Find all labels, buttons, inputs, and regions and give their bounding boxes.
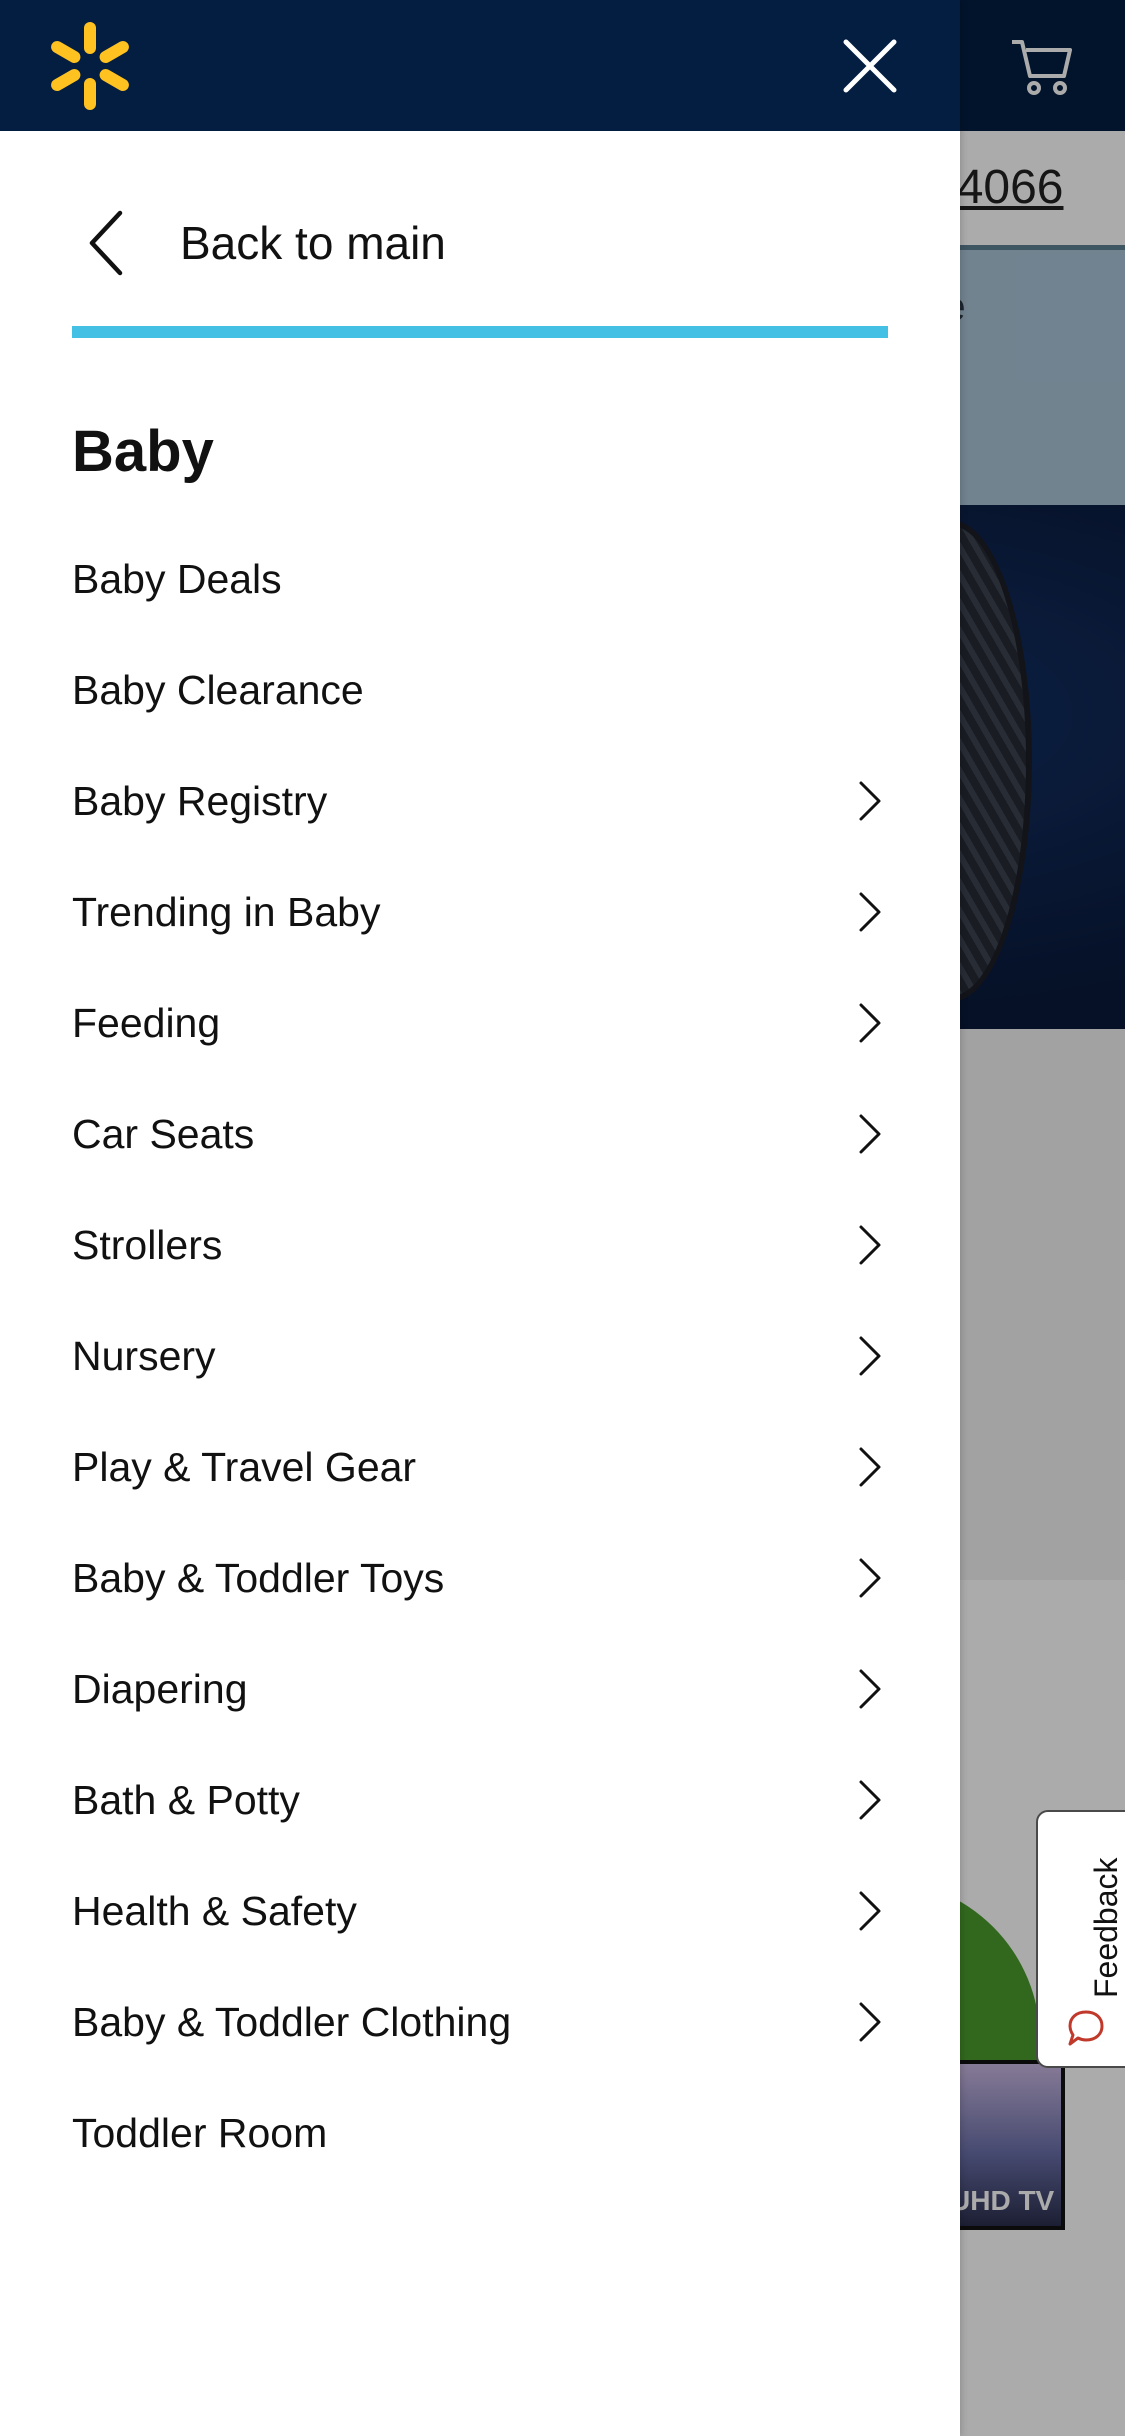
menu-item[interactable]: Feeding xyxy=(0,968,960,1079)
menu-item-label: Play & Travel Gear xyxy=(72,1444,417,1490)
chevron-right-icon xyxy=(859,1669,881,1709)
menu-item-label: Baby & Toddler Toys xyxy=(72,1555,445,1601)
menu-item-label: Health & Safety xyxy=(72,1888,357,1934)
page: 94066 re e UHD TV Feedback xyxy=(0,0,1125,2436)
chat-bubble-icon xyxy=(1066,2008,1106,2048)
menu-item[interactable]: Baby Deals xyxy=(0,524,960,635)
chevron-right-icon xyxy=(859,892,881,932)
menu-item[interactable]: Baby & Toddler Toys xyxy=(0,1523,960,1634)
menu-item-label: Strollers xyxy=(72,1222,223,1268)
menu-item-label: Feeding xyxy=(72,1000,221,1046)
menu-item-label: Car Seats xyxy=(72,1111,255,1157)
menu-item-label: Baby & Toddler Clothing xyxy=(72,1999,512,2045)
menu-item-label: Baby Clearance xyxy=(72,667,364,713)
menu-item[interactable]: Car Seats xyxy=(0,1079,960,1190)
category-menu: Baby Deals Baby Clearance Baby Registry Tre… xyxy=(0,524,960,2189)
menu-item-label: Baby Deals xyxy=(72,556,282,602)
menu-item-label: Baby Registry xyxy=(72,778,328,824)
menu-item[interactable]: Play & Travel Gear xyxy=(0,1412,960,1523)
chevron-right-icon xyxy=(859,1336,881,1376)
menu-item[interactable]: Bath & Potty xyxy=(0,1745,960,1856)
chevron-right-icon xyxy=(859,1891,881,1931)
menu-item[interactable]: Strollers xyxy=(0,1190,960,1301)
back-to-main-label: Back to main xyxy=(180,217,446,269)
feedback-label: Feedback xyxy=(1088,1857,1124,1998)
menu-item[interactable]: Diapering xyxy=(0,1634,960,1745)
menu-item[interactable]: Toddler Room xyxy=(0,2078,960,2189)
chevron-left-icon xyxy=(89,210,123,276)
chevron-right-icon xyxy=(859,1558,881,1598)
close-icon[interactable] xyxy=(840,36,900,96)
feedback-button[interactable]: Feedback xyxy=(1036,1810,1125,2068)
chevron-right-icon xyxy=(859,2002,881,2042)
menu-item-label: Bath & Potty xyxy=(72,1777,300,1823)
back-to-main-button[interactable]: Back to main xyxy=(72,200,892,286)
nav-drawer: Back to main Baby Baby Deals Baby Clearan… xyxy=(0,0,960,2436)
chevron-right-icon xyxy=(859,1447,881,1487)
section-title: Baby xyxy=(72,419,214,484)
menu-item-label: Toddler Room xyxy=(72,2110,328,2156)
menu-item[interactable]: Baby Registry xyxy=(0,746,960,857)
drawer-header xyxy=(0,0,960,131)
menu-item-label: Diapering xyxy=(72,1666,248,1712)
chevron-right-icon xyxy=(859,1003,881,1043)
menu-item[interactable]: Health & Safety xyxy=(0,1856,960,1967)
chevron-right-icon xyxy=(859,781,881,821)
accent-bar xyxy=(72,326,888,338)
menu-item[interactable]: Nursery xyxy=(0,1301,960,1412)
menu-item-label: Nursery xyxy=(72,1333,216,1379)
chevron-right-icon xyxy=(859,1114,881,1154)
menu-item-label: Trending in Baby xyxy=(72,889,381,935)
chevron-right-icon xyxy=(859,1225,881,1265)
menu-item[interactable]: Baby Clearance xyxy=(0,635,960,746)
walmart-spark-icon[interactable] xyxy=(48,22,132,110)
menu-item[interactable]: Trending in Baby xyxy=(0,857,960,968)
menu-item[interactable]: Baby & Toddler Clothing xyxy=(0,1967,960,2078)
chevron-right-icon xyxy=(859,1780,881,1820)
